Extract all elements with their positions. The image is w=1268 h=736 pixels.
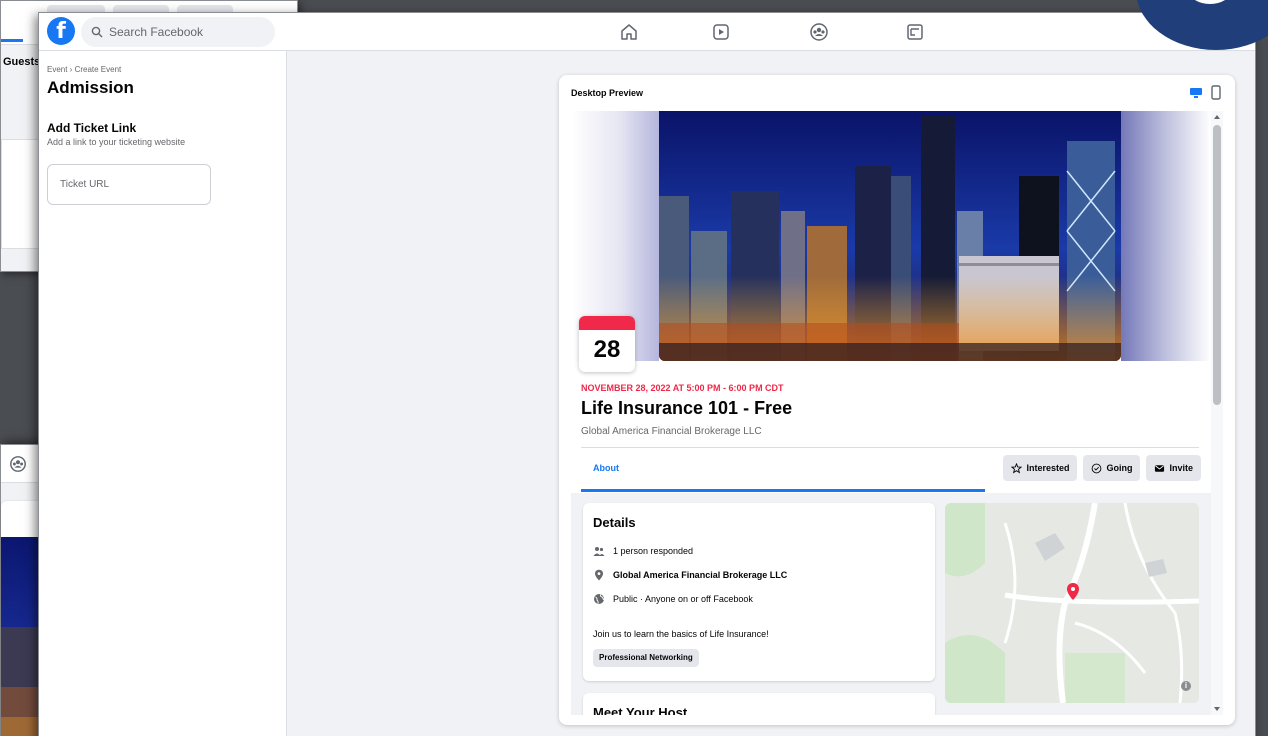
groups-icon[interactable]	[809, 22, 829, 42]
organizer-row: Global America Financial Brokerage LLC	[593, 569, 787, 581]
event-preview: 28 NOVEMBER 28, 2022 AT 5:00 PM - 6:00 P…	[571, 111, 1211, 715]
main-window: f Event › Create Event Admission Add Tic…	[38, 12, 1256, 736]
interested-label: Interested	[1026, 463, 1070, 473]
going-label: Going	[1106, 463, 1133, 473]
people-icon	[593, 547, 605, 556]
going-button[interactable]: Going	[1083, 455, 1141, 481]
guests-tab-label[interactable]: Guests	[3, 56, 40, 68]
privacy-text: Public · Anyone on or off Facebook	[613, 594, 753, 604]
category-tag[interactable]: Professional Networking	[593, 649, 699, 667]
scroll-up-arrow[interactable]	[1214, 115, 1220, 119]
badge-ring	[1180, 0, 1240, 4]
event-map[interactable]: i	[945, 503, 1199, 703]
interested-button[interactable]: Interested	[1003, 455, 1078, 481]
facebook-logo[interactable]: f	[47, 17, 75, 45]
calendar-badge: 28	[579, 316, 635, 372]
host-title: Meet Your Host	[593, 705, 688, 715]
invite-label: Invite	[1169, 463, 1193, 473]
envelope-icon	[1155, 464, 1165, 472]
event-description: Join us to learn the basics of Life Insu…	[593, 629, 769, 639]
tab-about[interactable]: About	[593, 463, 619, 473]
preview-label: Desktop Preview	[571, 88, 644, 98]
desktop-icon[interactable]	[1189, 87, 1203, 99]
event-actions: Interested Going Invite	[1003, 455, 1201, 481]
scroll-down-arrow[interactable]	[1214, 707, 1220, 711]
privacy-row: Public · Anyone on or off Facebook	[593, 593, 753, 605]
divider	[581, 447, 1199, 448]
invite-button[interactable]: Invite	[1146, 455, 1201, 481]
search-icon	[91, 26, 103, 38]
watch-icon[interactable]	[711, 22, 731, 42]
ticket-url-field[interactable]	[47, 164, 211, 205]
calendar-day: 28	[593, 336, 621, 363]
breadcrumb[interactable]: Event › Create Event	[47, 65, 121, 74]
preview-scrollbar[interactable]	[1211, 111, 1223, 715]
details-title: Details	[593, 515, 636, 530]
section-title: Add Ticket Link	[47, 121, 137, 135]
desktop-preview-card: Desktop Preview 28 NOVEMBER 28, 2022 AT …	[559, 75, 1235, 725]
mobile-icon[interactable]	[1211, 85, 1221, 100]
info-icon[interactable]: i	[1181, 681, 1191, 691]
facebook-topbar: f	[39, 13, 1255, 51]
groups-icon[interactable]	[9, 455, 27, 473]
event-date: NOVEMBER 28, 2022 AT 5:00 PM - 6:00 PM C…	[581, 383, 784, 393]
background-card	[1, 139, 41, 249]
cover-fade	[1121, 111, 1211, 361]
event-header: 28 NOVEMBER 28, 2022 AT 5:00 PM - 6:00 P…	[571, 111, 1211, 493]
host-card: Meet Your Host	[583, 693, 935, 715]
home-icon[interactable]	[619, 22, 639, 42]
location-pin-icon	[595, 569, 603, 581]
section-subtitle: Add a link to your ticketing website	[47, 137, 186, 147]
details-card: Details 1 person responded Global Americ…	[583, 503, 935, 681]
star-icon	[1011, 462, 1023, 474]
event-organizer[interactable]: Global America Financial Brokerage LLC	[581, 426, 762, 437]
search-input[interactable]	[109, 25, 259, 39]
gaming-icon[interactable]	[905, 22, 925, 42]
check-circle-icon	[1092, 463, 1102, 473]
active-tab-indicator	[1, 39, 23, 42]
create-event-panel: Event › Create Event Admission Add Ticke…	[39, 51, 287, 736]
page-title: Admission	[47, 78, 134, 97]
responded-row: 1 person responded	[593, 545, 693, 557]
organizer-text[interactable]: Global America Financial Brokerage LLC	[613, 570, 787, 580]
cover-photo	[659, 111, 1121, 361]
scrollbar-thumb[interactable]	[1213, 125, 1221, 405]
search-bar[interactable]	[81, 17, 275, 47]
event-title: Life Insurance 101 - Free	[581, 398, 793, 418]
responded-text: 1 person responded	[613, 546, 694, 556]
calendar-badge-header	[579, 316, 635, 330]
globe-icon	[594, 594, 604, 604]
active-tab-indicator	[581, 489, 985, 492]
